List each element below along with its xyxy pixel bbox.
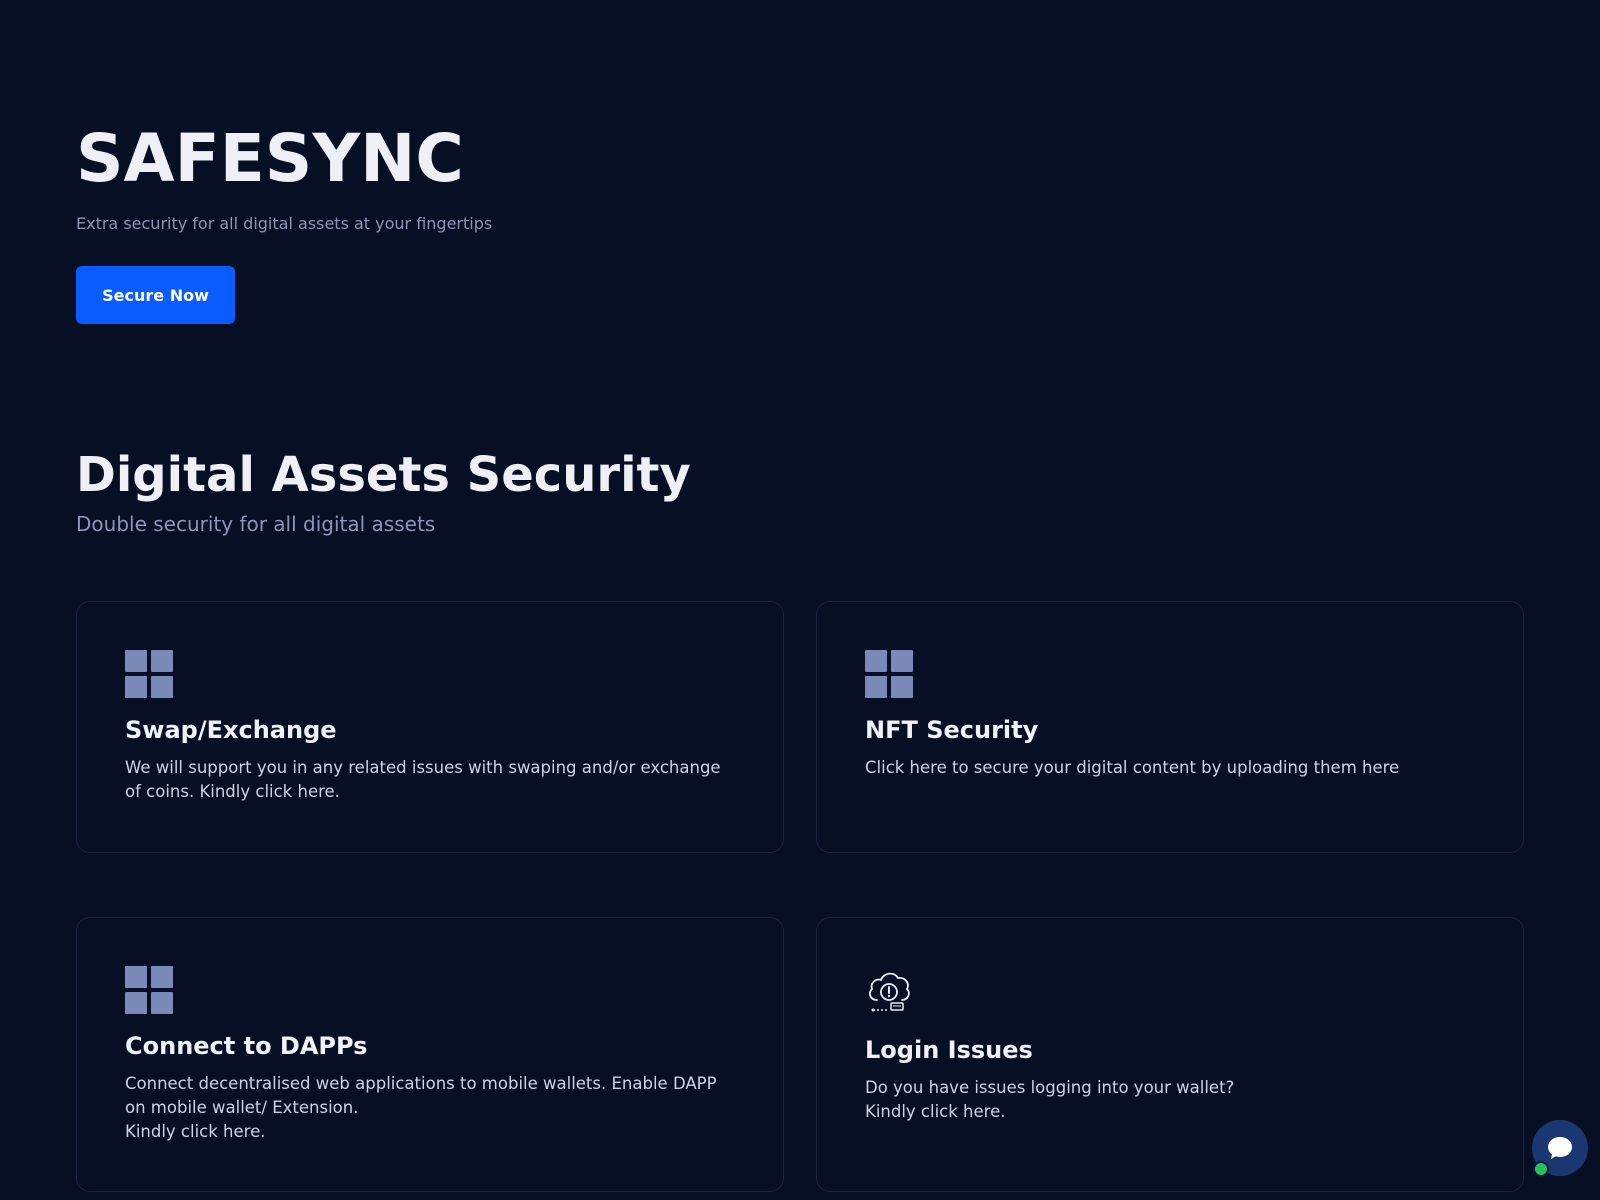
- grid-icon: [125, 650, 173, 698]
- card-login-issues[interactable]: Login Issues Do you have issues logging …: [816, 917, 1524, 1192]
- online-status-dot: [1533, 1161, 1549, 1177]
- card-text: Do you have issues logging into your wal…: [865, 1078, 1235, 1121]
- grid-icon: [865, 650, 913, 698]
- card-nft-security[interactable]: NFT Security Click here to secure your d…: [816, 601, 1524, 853]
- cloud-alert-icon: [869, 972, 910, 1012]
- card-title: Connect to DAPPs: [125, 1032, 368, 1060]
- card-connect-dapps[interactable]: Connect to DAPPs Connect decentralised w…: [76, 917, 784, 1192]
- card-title: NFT Security: [865, 716, 1039, 744]
- card-swap-exchange[interactable]: Swap/Exchange We will support you in any…: [76, 601, 784, 853]
- hero: SAFESYNC Extra security for all digital …: [76, 118, 492, 233]
- card-title: Login Issues: [865, 1036, 1033, 1064]
- section-header: Digital Assets Security Double security …: [76, 444, 691, 536]
- section-subtitle: Double security for all digital assets: [76, 512, 436, 536]
- card-text: We will support you in any related issue…: [125, 758, 721, 801]
- card-title: Swap/Exchange: [125, 716, 337, 744]
- section-title: Digital Assets Security: [76, 447, 691, 503]
- chat-bubble-icon: [1548, 1137, 1572, 1159]
- secure-now-button[interactable]: Secure Now: [76, 266, 235, 324]
- card-text: Connect decentralised web applications t…: [125, 1074, 717, 1141]
- card-text: Click here to secure your digital conten…: [865, 758, 1400, 777]
- brand-subtitle: Extra security for all digital assets at…: [76, 214, 493, 233]
- brand-title: SAFESYNC: [76, 120, 464, 197]
- grid-icon: [125, 966, 173, 1014]
